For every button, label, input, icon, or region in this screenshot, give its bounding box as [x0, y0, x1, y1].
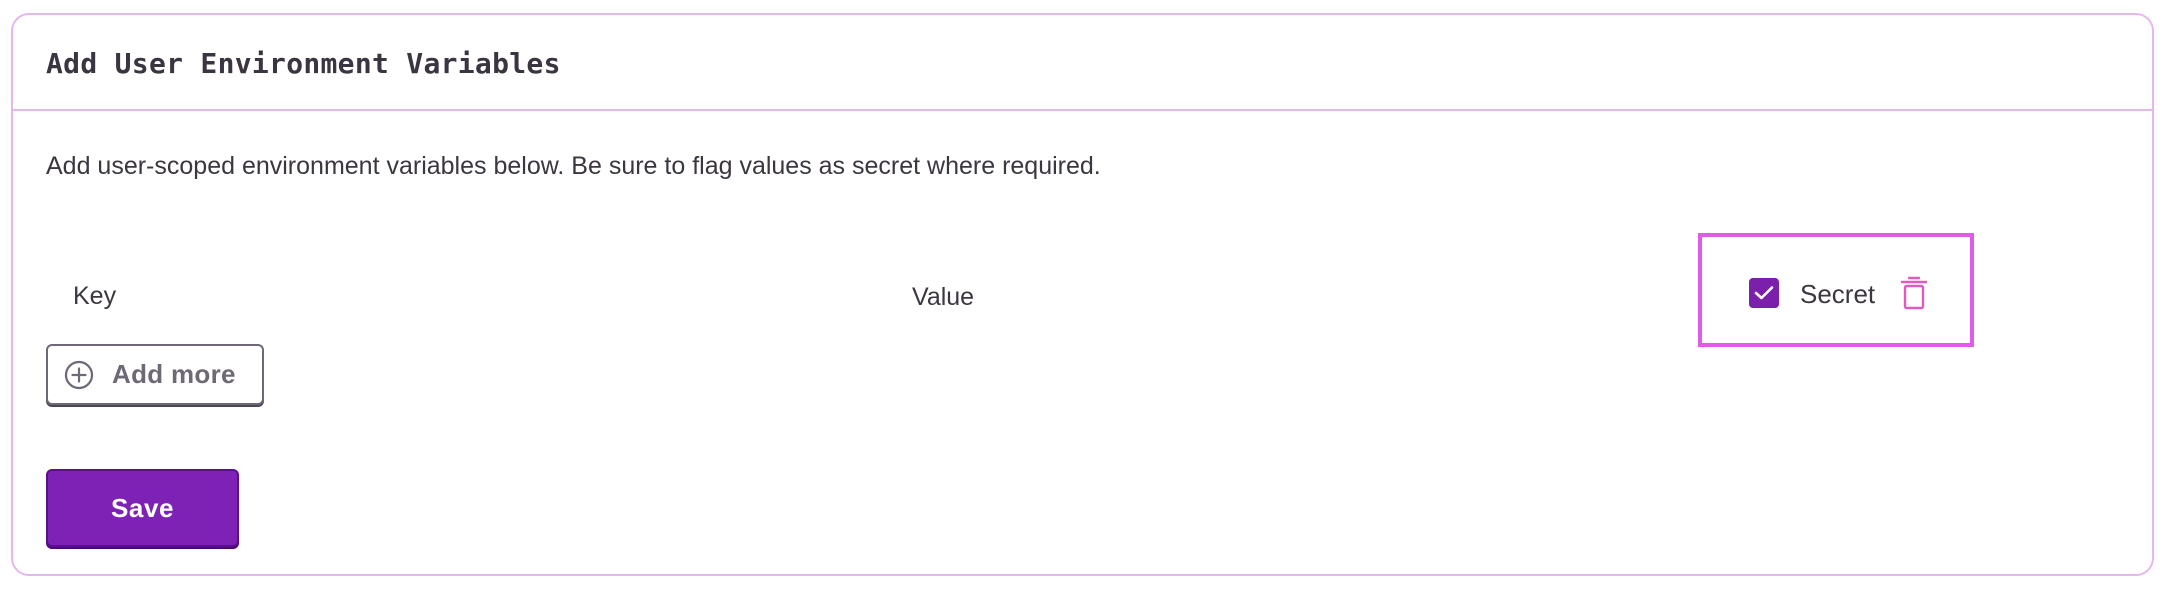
- env-variable-row: Key Value Secret: [13, 225, 2152, 347]
- secret-checkbox[interactable]: [1749, 278, 1779, 308]
- card-description: Add user-scoped environment variables be…: [46, 152, 1101, 180]
- card-header: Add User Environment Variables: [13, 15, 2152, 111]
- save-button[interactable]: Save: [46, 469, 239, 547]
- check-icon: [1754, 286, 1774, 300]
- key-input[interactable]: Key: [73, 282, 116, 311]
- secret-label: Secret: [1800, 279, 1876, 309]
- card-title: Add User Environment Variables: [46, 47, 561, 80]
- value-input[interactable]: Value: [912, 283, 974, 312]
- plus-circle-icon: [64, 360, 94, 389]
- secret-controls: Secret: [1698, 233, 1974, 347]
- trash-icon[interactable]: [1900, 275, 1928, 311]
- add-more-button[interactable]: Add more: [46, 344, 264, 405]
- env-vars-card: Add User Environment Variables Add user-…: [11, 13, 2154, 576]
- add-more-label: Add more: [112, 359, 236, 389]
